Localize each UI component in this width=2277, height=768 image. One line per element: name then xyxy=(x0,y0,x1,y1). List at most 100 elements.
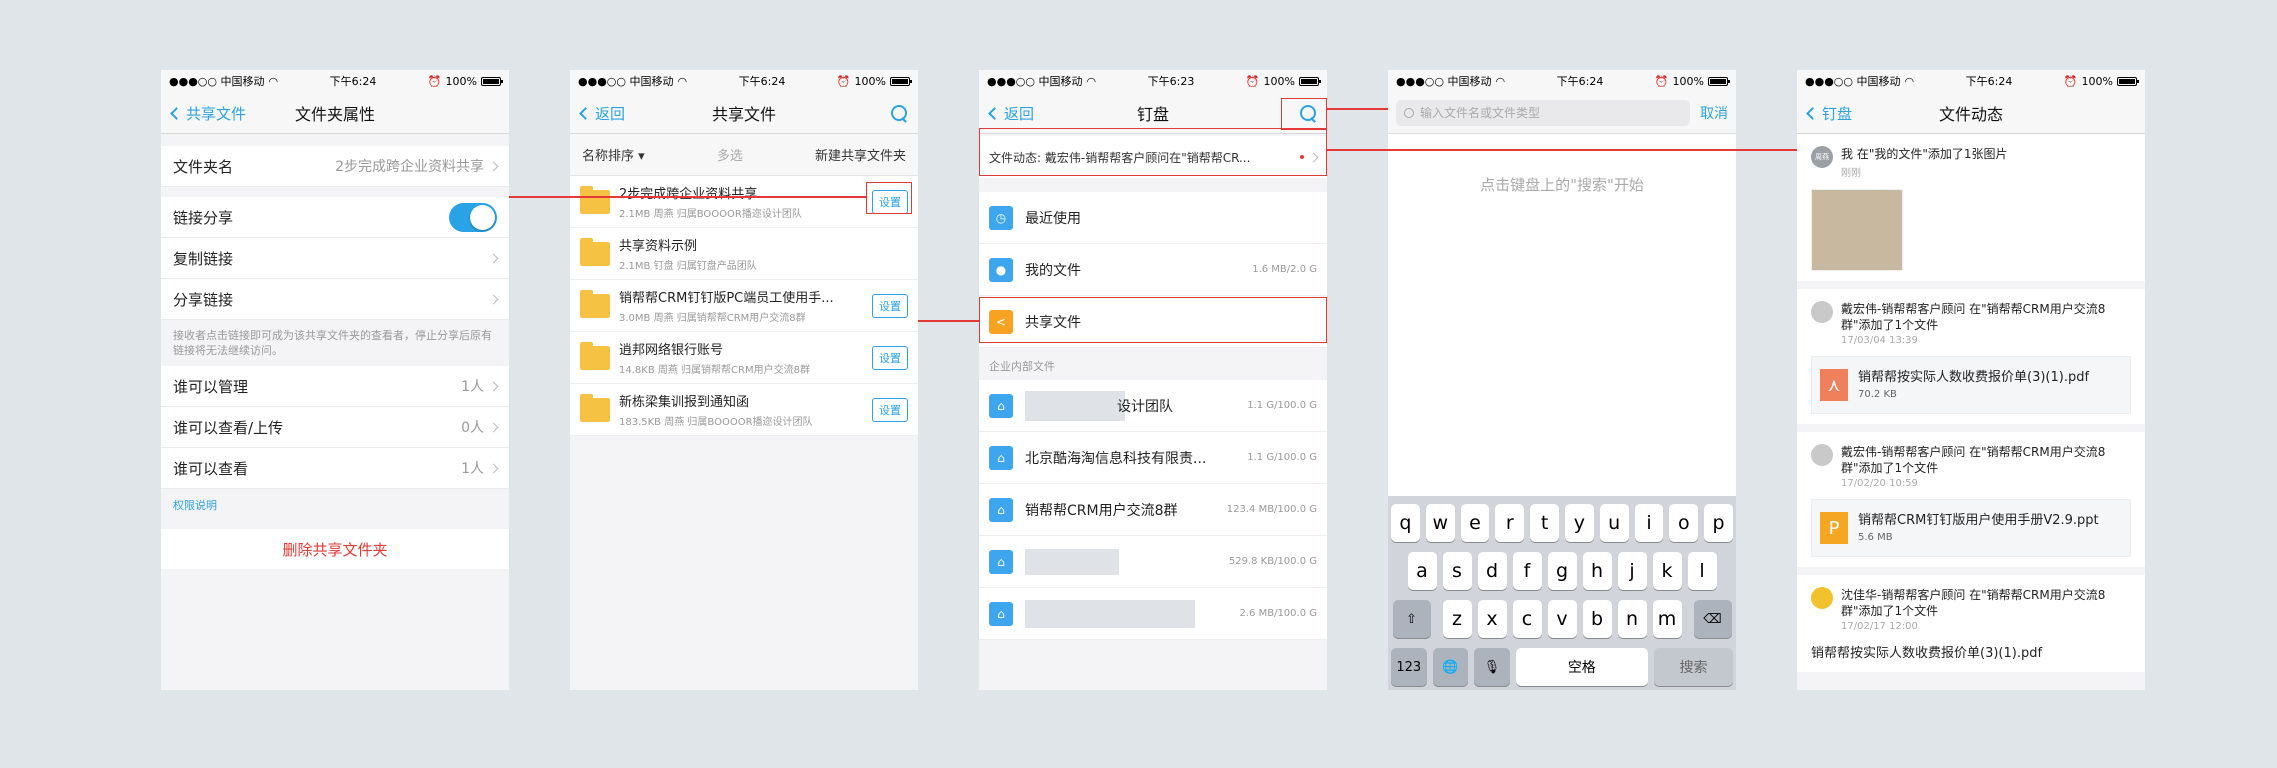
key-u[interactable]: u xyxy=(1599,504,1629,542)
keyboard: qwertyuiop asdfghjkl ⇧ zxcvbnm ⌫ 123 🌐 🎙… xyxy=(1388,496,1736,690)
key-f[interactable]: f xyxy=(1512,552,1542,590)
search-prompt: 点击键盘上的"搜索"开始 xyxy=(1388,134,1736,498)
upload-row[interactable]: 谁可以查看/上传 0人 xyxy=(161,407,509,448)
manage-row[interactable]: 谁可以管理 1人 xyxy=(161,366,509,407)
back-button[interactable]: 共享文件 xyxy=(169,92,246,134)
search-key[interactable]: 搜索 xyxy=(1653,648,1733,686)
key-j[interactable]: j xyxy=(1617,552,1647,590)
shift-key[interactable]: ⇧ xyxy=(1392,600,1431,638)
page-title: 文件动态 xyxy=(1938,104,2003,124)
key-c[interactable]: c xyxy=(1512,600,1542,638)
key-o[interactable]: o xyxy=(1669,504,1699,542)
search-icon xyxy=(1404,107,1414,118)
image-thumbnail[interactable] xyxy=(1811,189,1903,271)
key-b[interactable]: b xyxy=(1582,600,1612,638)
file-name: 销帮帮按实际人数收费报价单(3)(1).pdf xyxy=(1811,646,2043,661)
backspace-key[interactable]: ⌫ xyxy=(1693,600,1732,638)
key-g[interactable]: g xyxy=(1547,552,1577,590)
globe-key[interactable]: 🌐 xyxy=(1432,648,1469,686)
back-button[interactable]: 钉盘 xyxy=(1805,92,1852,134)
space-key[interactable]: 空格 xyxy=(1515,648,1648,686)
delete-folder-button[interactable]: 删除共享文件夹 xyxy=(161,529,509,569)
copy-link-label: 复制链接 xyxy=(173,249,234,268)
key-h[interactable]: h xyxy=(1582,552,1612,590)
key-l[interactable]: l xyxy=(1687,552,1717,590)
key-z[interactable]: z xyxy=(1442,600,1472,638)
battery-icon xyxy=(1299,76,1321,86)
numbers-key[interactable]: 123 xyxy=(1391,648,1427,686)
key-q[interactable]: q xyxy=(1391,504,1420,542)
feed-item: 戴宏伟-销帮帮客户顾问 在"销帮帮CRM用户交流8群"添加了1个文件 17/02/… xyxy=(1797,432,2145,575)
key-v[interactable]: v xyxy=(1547,600,1577,638)
corp-folder-size: 1.1 G/100.0 G xyxy=(1247,400,1317,411)
mic-key[interactable]: 🎙 xyxy=(1474,648,1510,686)
key-p[interactable]: p xyxy=(1704,504,1733,542)
corp-folder-row[interactable]: ⌂ 529.8 KB/100.0 G xyxy=(979,536,1327,588)
recent-row[interactable]: ◷ 最近使用 xyxy=(979,192,1327,244)
back-label: 钉盘 xyxy=(1822,104,1853,123)
folder-name-row[interactable]: 文件夹名 2步完成跨企业资料共享 xyxy=(161,146,509,187)
key-e[interactable]: e xyxy=(1460,504,1490,542)
corp-folder-row[interactable]: ⌂ 销帮帮CRM用户交流8群 123.4 MB/100.0 G xyxy=(979,484,1327,536)
key-a[interactable]: a xyxy=(1407,552,1437,590)
file-card[interactable]: ⋏ 销帮帮按实际人数收费报价单(3)(1).pdf 70.2 KB xyxy=(1811,356,2131,414)
upload-value: 0人 xyxy=(461,420,484,436)
file-card[interactable]: P 销帮帮CRM钉钉版用户使用手册V2.9.ppt 5.6 MB xyxy=(1811,499,2131,557)
battery-text: 100% xyxy=(854,74,886,88)
folder-row[interactable]: 共享资料示例 2.1MB 钉盘 归属钉盘产品团队 xyxy=(570,228,918,280)
multi-select-button[interactable]: 多选 xyxy=(717,145,743,164)
back-button[interactable]: 返回 xyxy=(578,92,625,134)
key-s[interactable]: s xyxy=(1442,552,1472,590)
corp-folder-row[interactable]: ⌂ 设计团队 1.1 G/100.0 G xyxy=(979,380,1327,432)
key-d[interactable]: d xyxy=(1477,552,1507,590)
key-r[interactable]: r xyxy=(1495,504,1525,542)
search-input[interactable]: 输入文件名或文件类型 xyxy=(1396,99,1690,126)
key-i[interactable]: i xyxy=(1634,504,1664,542)
nav-bar: 钉盘 文件动态 xyxy=(1797,92,2145,134)
key-t[interactable]: t xyxy=(1530,504,1559,542)
settings-button[interactable]: 设置 xyxy=(872,346,908,370)
sort-dropdown[interactable]: 名称排序 ▾ xyxy=(582,145,645,164)
folder-row[interactable]: 销帮帮CRM钉钉版PC端员工使用手... 3.0MB 周燕 归属销帮帮CRM用户交… xyxy=(570,280,918,332)
link-share-toggle[interactable] xyxy=(449,202,497,232)
feed-time: 刚刚 xyxy=(1841,168,1861,179)
connector-line xyxy=(1327,149,1797,151)
search-button[interactable] xyxy=(891,92,908,134)
file-size: 70.2 KB xyxy=(1858,389,1897,400)
folder-row[interactable]: 新栋梁集训报到通知函 183.5KB 周燕 归属BOOOOR播迩设计团队 设置 xyxy=(570,384,918,436)
my-files-label: 我的文件 xyxy=(1025,262,1081,279)
cancel-button[interactable]: 取消 xyxy=(1700,103,1728,123)
folder-name: 新栋梁集训报到通知函 xyxy=(619,395,750,410)
clock: 下午6:24 xyxy=(738,75,786,88)
section-header: 企业内部文件 xyxy=(989,360,1055,373)
key-m[interactable]: m xyxy=(1652,600,1682,638)
chevron-left-icon xyxy=(579,106,592,120)
view-row[interactable]: 谁可以查看 1人 xyxy=(161,448,509,489)
status-bar: ●●●○○ 中国移动 ◠ 下午6:24 ⏰ 100% xyxy=(1797,70,2145,92)
folder-meta: 2.1MB 钉盘 归属钉盘产品团队 xyxy=(619,261,757,272)
key-x[interactable]: x xyxy=(1477,600,1507,638)
new-shared-folder-button[interactable]: 新建共享文件夹 xyxy=(815,145,906,164)
corp-folder-row[interactable]: ⌂ 北京酷海淘信息科技有限责... 1.1 G/100.0 G xyxy=(979,432,1327,484)
folder-name-label: 文件夹名 xyxy=(173,157,234,176)
key-n[interactable]: n xyxy=(1617,600,1647,638)
settings-button[interactable]: 设置 xyxy=(872,294,908,318)
key-w[interactable]: w xyxy=(1425,504,1455,542)
folder-icon xyxy=(580,341,610,370)
key-k[interactable]: k xyxy=(1652,552,1682,590)
chevron-right-icon xyxy=(488,294,499,304)
battery-icon xyxy=(481,76,503,86)
my-files-row[interactable]: ● 我的文件 1.6 MB/2.0 G xyxy=(979,244,1327,296)
list-toolbar: 名称排序 ▾ 多选 新建共享文件夹 xyxy=(570,134,918,176)
copy-link-row[interactable]: 复制链接 xyxy=(161,238,509,279)
carrier: ●●●○○ 中国移动 xyxy=(1805,75,1901,88)
key-y[interactable]: y xyxy=(1565,504,1594,542)
corp-folder-row[interactable]: ⌂ 2.6 MB/100.0 G xyxy=(979,588,1327,640)
corp-folder-name: 销帮帮CRM用户交流8群 xyxy=(1025,502,1178,519)
permission-note-link[interactable]: 权限说明 xyxy=(161,489,509,521)
recent-label: 最近使用 xyxy=(1025,210,1081,227)
settings-button[interactable]: 设置 xyxy=(872,398,908,422)
folder-row[interactable]: 逍邦网络银行账号 14.8KB 周燕 归属销帮帮CRM用户交流8群 设置 xyxy=(570,332,918,384)
share-link-row[interactable]: 分享链接 xyxy=(161,279,509,320)
folder-name: 逍邦网络银行账号 xyxy=(619,343,724,358)
